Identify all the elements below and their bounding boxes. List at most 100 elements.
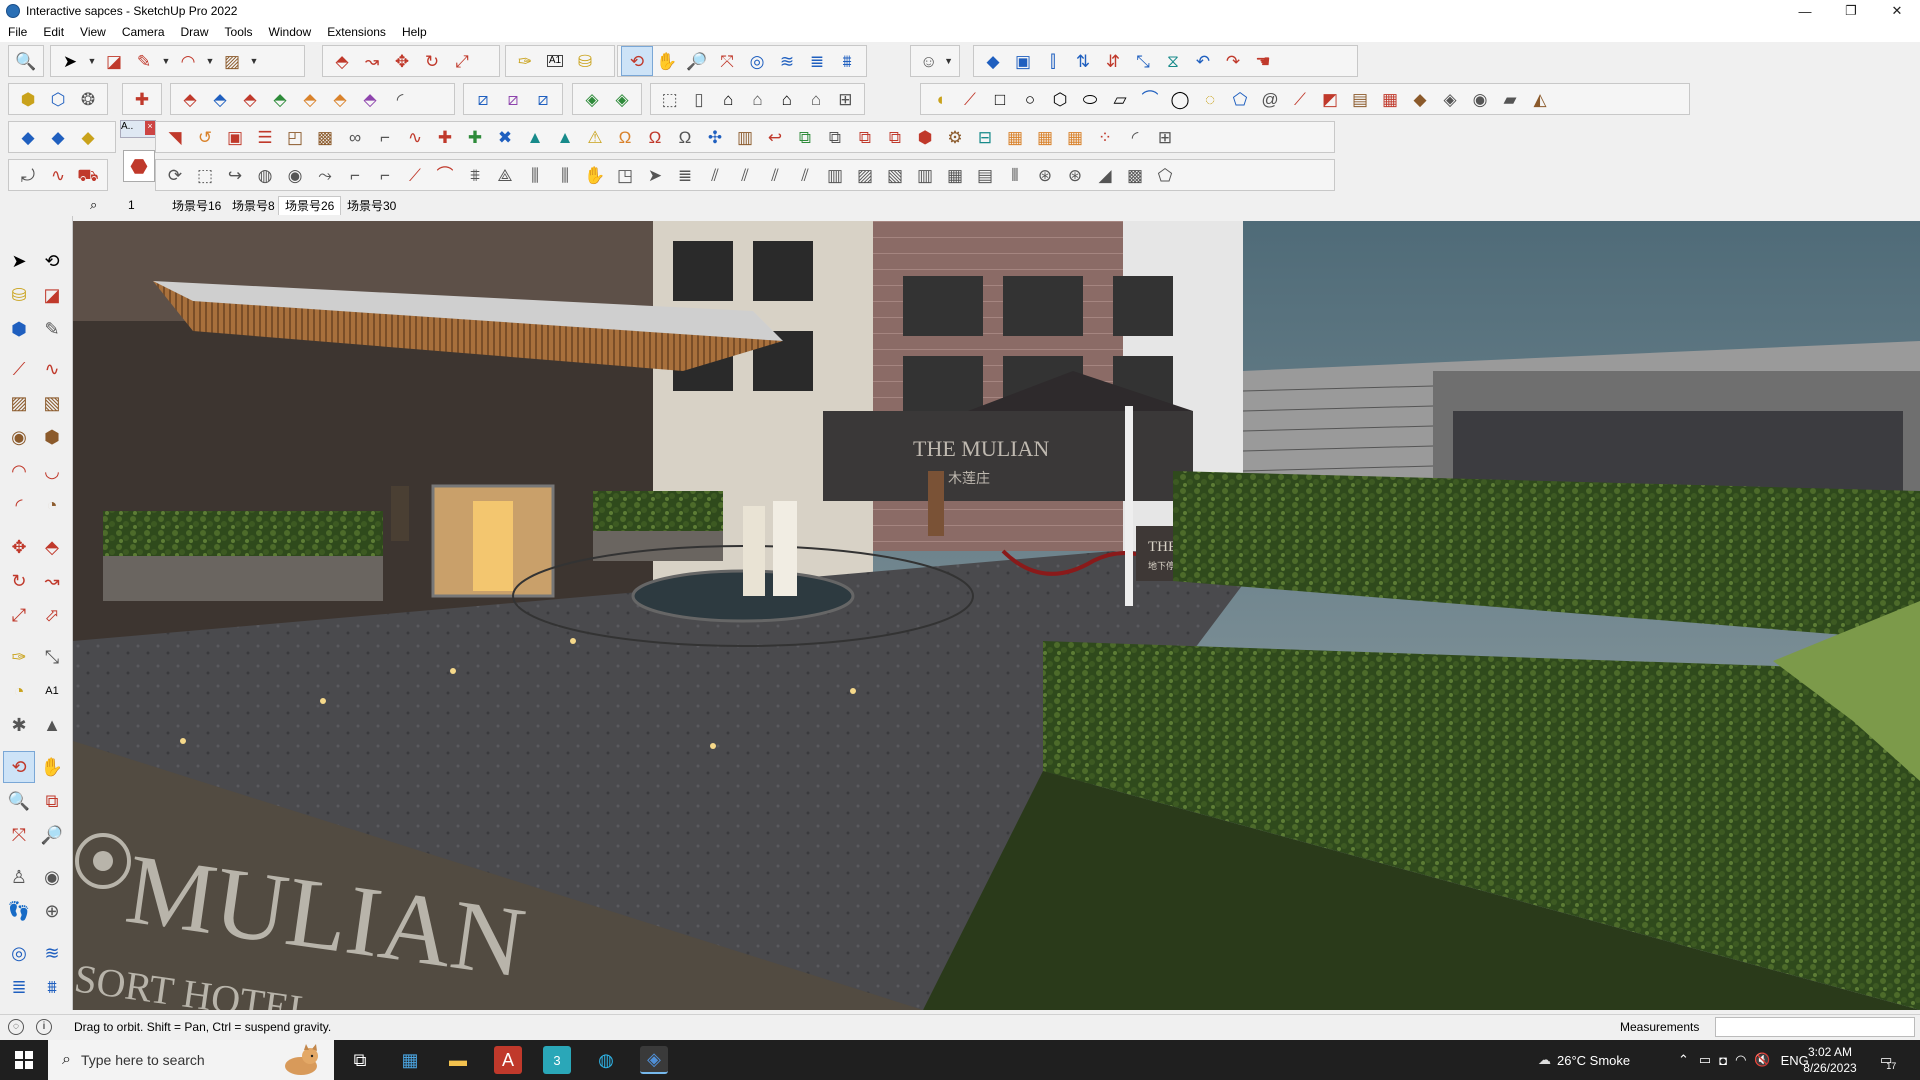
square-shape-icon[interactable]: □ bbox=[985, 85, 1015, 113]
frame-2-icon[interactable]: ▦ bbox=[1030, 123, 1060, 151]
trim-icon[interactable]: ◉ bbox=[1465, 85, 1495, 113]
tool-c-icon[interactable]: ⧉ bbox=[880, 123, 910, 151]
drop-blue-icon[interactable]: ⬘ bbox=[205, 85, 235, 113]
tool-26-icon[interactable]: ▥ bbox=[910, 161, 940, 189]
dropdown-arrow-icon[interactable]: ▼ bbox=[159, 47, 173, 75]
component-icon[interactable]: ⬢ bbox=[13, 85, 43, 113]
split-icon[interactable]: ▰ bbox=[1495, 85, 1525, 113]
tool-22-icon[interactable]: ⫽ bbox=[790, 161, 820, 189]
menu-view[interactable]: View bbox=[72, 25, 114, 39]
line-red-icon[interactable]: ⟋ bbox=[1285, 85, 1315, 113]
move-up-icon[interactable]: ⇅ bbox=[1068, 47, 1098, 75]
tool-31-icon[interactable]: ⊛ bbox=[1060, 161, 1090, 189]
offset-icon[interactable]: ⬠ bbox=[1225, 85, 1255, 113]
follow-me-icon[interactable]: ↝ bbox=[357, 47, 387, 75]
hexagon-shape-icon[interactable]: ⬡ bbox=[1045, 85, 1075, 113]
scatter-icon[interactable]: ⁘ bbox=[1090, 123, 1120, 151]
edge-browser-icon[interactable]: ◍ bbox=[592, 1046, 620, 1074]
solid-yellow-icon[interactable]: ◆ bbox=[73, 123, 103, 151]
volume-muted-icon[interactable]: 🔇 bbox=[1754, 1052, 1770, 1068]
eraser-icon[interactable]: ◪ bbox=[37, 280, 67, 310]
scale-icon[interactable]: ⤢ bbox=[447, 47, 477, 75]
redo-icon[interactable]: ↷ bbox=[1218, 47, 1248, 75]
menu-window[interactable]: Window bbox=[261, 25, 320, 39]
bezier-icon[interactable]: ∿ bbox=[400, 123, 430, 151]
tape-measure-icon[interactable]: ✑ bbox=[4, 642, 34, 672]
menu-help[interactable]: Help bbox=[394, 25, 435, 39]
select-by-color-icon[interactable]: ◆ bbox=[978, 47, 1008, 75]
task-view-icon[interactable]: ⧉ bbox=[346, 1046, 374, 1074]
gear-icon[interactable]: ⚙ bbox=[940, 123, 970, 151]
green-tool-icon[interactable]: ⧉ bbox=[790, 123, 820, 151]
bucket-icon[interactable]: ▥ bbox=[730, 123, 760, 151]
arc-icon[interactable]: ◠ bbox=[4, 456, 34, 486]
cone-icon[interactable]: ▲ bbox=[520, 123, 550, 151]
push-pull-icon[interactable]: ⬘ bbox=[327, 47, 357, 75]
tag-red-icon[interactable]: ◥ bbox=[160, 123, 190, 151]
previous-view-icon[interactable]: 🔎 bbox=[37, 820, 67, 850]
rotate-icon[interactable]: ↻ bbox=[417, 47, 447, 75]
tool-24-icon[interactable]: ▨ bbox=[850, 161, 880, 189]
flip-icon[interactable]: ⧖ bbox=[1158, 47, 1188, 75]
book-icon[interactable]: ▯ bbox=[684, 85, 713, 113]
drop-red-icon[interactable]: ⬘ bbox=[175, 85, 205, 113]
move-down-icon[interactable]: ⇵ bbox=[1098, 47, 1128, 75]
model-viewport[interactable]: THE MULIAN 木莲庄 THE MULIAN 地下停车 bbox=[73, 221, 1920, 1010]
house-3-icon[interactable]: ⌂ bbox=[772, 85, 801, 113]
tool-19-icon[interactable]: ⫽ bbox=[700, 161, 730, 189]
select-by-material-icon[interactable]: ▣ bbox=[1008, 47, 1038, 75]
measurements-input[interactable] bbox=[1715, 1017, 1915, 1037]
car-icon[interactable]: ⛟ bbox=[73, 161, 103, 189]
section-fill-icon[interactable]: ≣ bbox=[4, 972, 34, 1002]
section-cuts-icon[interactable]: ≋ bbox=[37, 938, 67, 968]
weather-widget[interactable]: ☁ 26°C Smoke bbox=[1538, 1040, 1630, 1080]
section-plane-icon[interactable]: ⊕ bbox=[37, 896, 67, 926]
camera-icon[interactable]: ◘ bbox=[1719, 1053, 1727, 1068]
glove-icon[interactable]: ☚ bbox=[1248, 47, 1278, 75]
ellipse-shape-icon[interactable]: ⬭ bbox=[1075, 85, 1105, 113]
follow-me-icon[interactable]: ↝ bbox=[37, 566, 67, 596]
pan-icon[interactable]: ✋ bbox=[652, 47, 682, 75]
tool-06-icon[interactable]: ⤳ bbox=[310, 161, 340, 189]
taskbar-search[interactable]: ⌕ Type here to search bbox=[48, 1040, 334, 1080]
cone-2-icon[interactable]: ▲ bbox=[550, 123, 580, 151]
move-icon[interactable]: ✥ bbox=[4, 532, 34, 562]
curve-red-2-icon[interactable]: ∿ bbox=[43, 161, 73, 189]
axes-icon[interactable]: ✱ bbox=[4, 710, 34, 740]
polygon-icon[interactable]: ⬢ bbox=[37, 422, 67, 452]
style-icon[interactable]: ❂ bbox=[73, 85, 103, 113]
scene-tab-8[interactable]: 场景号8 bbox=[225, 196, 282, 216]
dropdown-arrow-icon[interactable]: ▼ bbox=[85, 47, 99, 75]
3d-text-icon[interactable]: ▲ bbox=[37, 710, 67, 740]
menu-camera[interactable]: Camera bbox=[114, 25, 173, 39]
autocad-icon[interactable]: A bbox=[494, 1046, 522, 1074]
restore-button[interactable]: ❐ bbox=[1828, 0, 1874, 22]
house-2-icon[interactable]: ⌂ bbox=[743, 85, 772, 113]
two-point-arc-icon[interactable]: ◡ bbox=[37, 456, 67, 486]
material-icon[interactable]: ⬡ bbox=[43, 85, 73, 113]
tool-11-icon[interactable]: ⩨ bbox=[460, 161, 490, 189]
drop-f-icon[interactable]: ⬘ bbox=[355, 85, 385, 113]
orbit-icon[interactable]: ⟲ bbox=[621, 46, 653, 76]
undo-orange-icon[interactable]: ↺ bbox=[190, 123, 220, 151]
curve-icon[interactable]: ◜ bbox=[385, 85, 415, 113]
panel-icon[interactable]: ◰ bbox=[280, 123, 310, 151]
dropdown-arrow-icon[interactable]: ▼ bbox=[942, 47, 955, 75]
tool-17-icon[interactable]: ➤ bbox=[640, 161, 670, 189]
tool-12-icon[interactable]: ⟁ bbox=[490, 161, 520, 189]
tool-15-icon[interactable]: ✋ bbox=[580, 161, 610, 189]
cross-red-icon[interactable]: ✚ bbox=[430, 123, 460, 151]
battery-icon[interactable]: ▭ bbox=[1699, 1052, 1711, 1068]
calculator-icon[interactable]: ▦ bbox=[396, 1046, 424, 1074]
arc-icon[interactable]: ◠ bbox=[173, 47, 203, 75]
section-planes-icon[interactable]: ⩩ bbox=[37, 972, 67, 1002]
zoom-extents-icon[interactable]: ⤧ bbox=[4, 820, 34, 850]
loop-2-icon[interactable]: Ω bbox=[640, 123, 670, 151]
paint-bucket-icon[interactable]: ⛁ bbox=[4, 280, 34, 310]
make-component-icon[interactable]: ⟲ bbox=[37, 246, 67, 276]
lasso-icon[interactable]: ◌ bbox=[1195, 85, 1225, 113]
pan-icon[interactable]: ✋ bbox=[37, 752, 67, 782]
warning-icon[interactable]: ⚠ bbox=[580, 123, 610, 151]
square-red-icon[interactable]: ▣ bbox=[220, 123, 250, 151]
three-point-arc-icon[interactable]: ◜ bbox=[4, 490, 34, 520]
